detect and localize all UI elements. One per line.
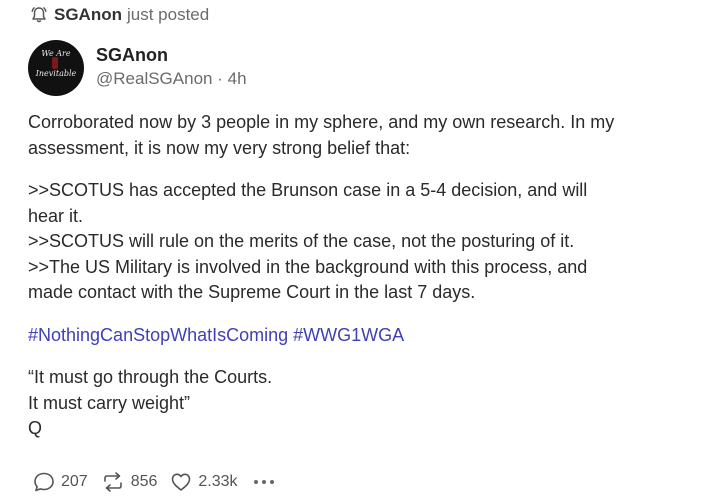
more-options-button[interactable]: [253, 480, 278, 484]
post-line: “It must go through the Courts.: [28, 367, 273, 387]
author-meta: @RealSGAnon · 4h: [96, 66, 247, 92]
author-handle[interactable]: @RealSGAnon: [96, 69, 213, 88]
more-dot: [261, 480, 266, 484]
comment-count: 207: [61, 473, 88, 490]
post-hashtags[interactable]: #NothingCanStopWhatIsComing #WWG1WGA: [28, 323, 688, 349]
notice-author[interactable]: SGAnon: [54, 5, 122, 25]
post-author: We Are Inevitable SGAnon @RealSGAnon · 4…: [28, 40, 247, 96]
repost-count: 856: [130, 473, 158, 490]
avatar[interactable]: We Are Inevitable: [28, 40, 84, 96]
post-notice: SGAnon just posted: [30, 4, 209, 26]
post-line: >>SCOTUS will rule on the merits of the …: [28, 231, 575, 251]
post-line: It must carry weight”: [28, 392, 191, 413]
avatar-figure: [52, 57, 58, 69]
post-line: made contact with the Supreme Court in t…: [28, 282, 476, 302]
repost-icon: [103, 472, 122, 492]
post-line: Corroborated now by 3 people in my spher…: [28, 112, 615, 132]
post-line: assessment, it is now my very strong bel…: [28, 137, 411, 158]
more-dot: [253, 480, 258, 484]
like-count: 2.33k: [198, 473, 238, 490]
notice-action: just posted: [127, 5, 210, 24]
comment-button[interactable]: 207: [32, 470, 88, 494]
more-dot: [269, 480, 274, 484]
avatar-text-bottom: Inevitable: [35, 69, 77, 78]
meta-separator: ·: [217, 69, 223, 88]
comment-icon: [34, 472, 54, 492]
bell-icon: [31, 7, 47, 23]
post-line: >>SCOTUS has accepted the Brunson case i…: [28, 180, 588, 200]
heart-icon: [172, 473, 191, 491]
post-actions: 207 856 2.33k: [32, 469, 278, 495]
author-name[interactable]: SGAnon: [96, 44, 247, 66]
repost-button[interactable]: 856: [100, 470, 158, 494]
post-body: Corroborated now by 3 people in my spher…: [28, 110, 688, 442]
post-line: hear it.: [28, 205, 84, 226]
post-line: >>The US Military is involved in the bac…: [28, 256, 588, 277]
post-age: 4h: [227, 69, 247, 88]
like-button[interactable]: 2.33k: [169, 470, 238, 494]
post-line: Q: [28, 418, 43, 438]
